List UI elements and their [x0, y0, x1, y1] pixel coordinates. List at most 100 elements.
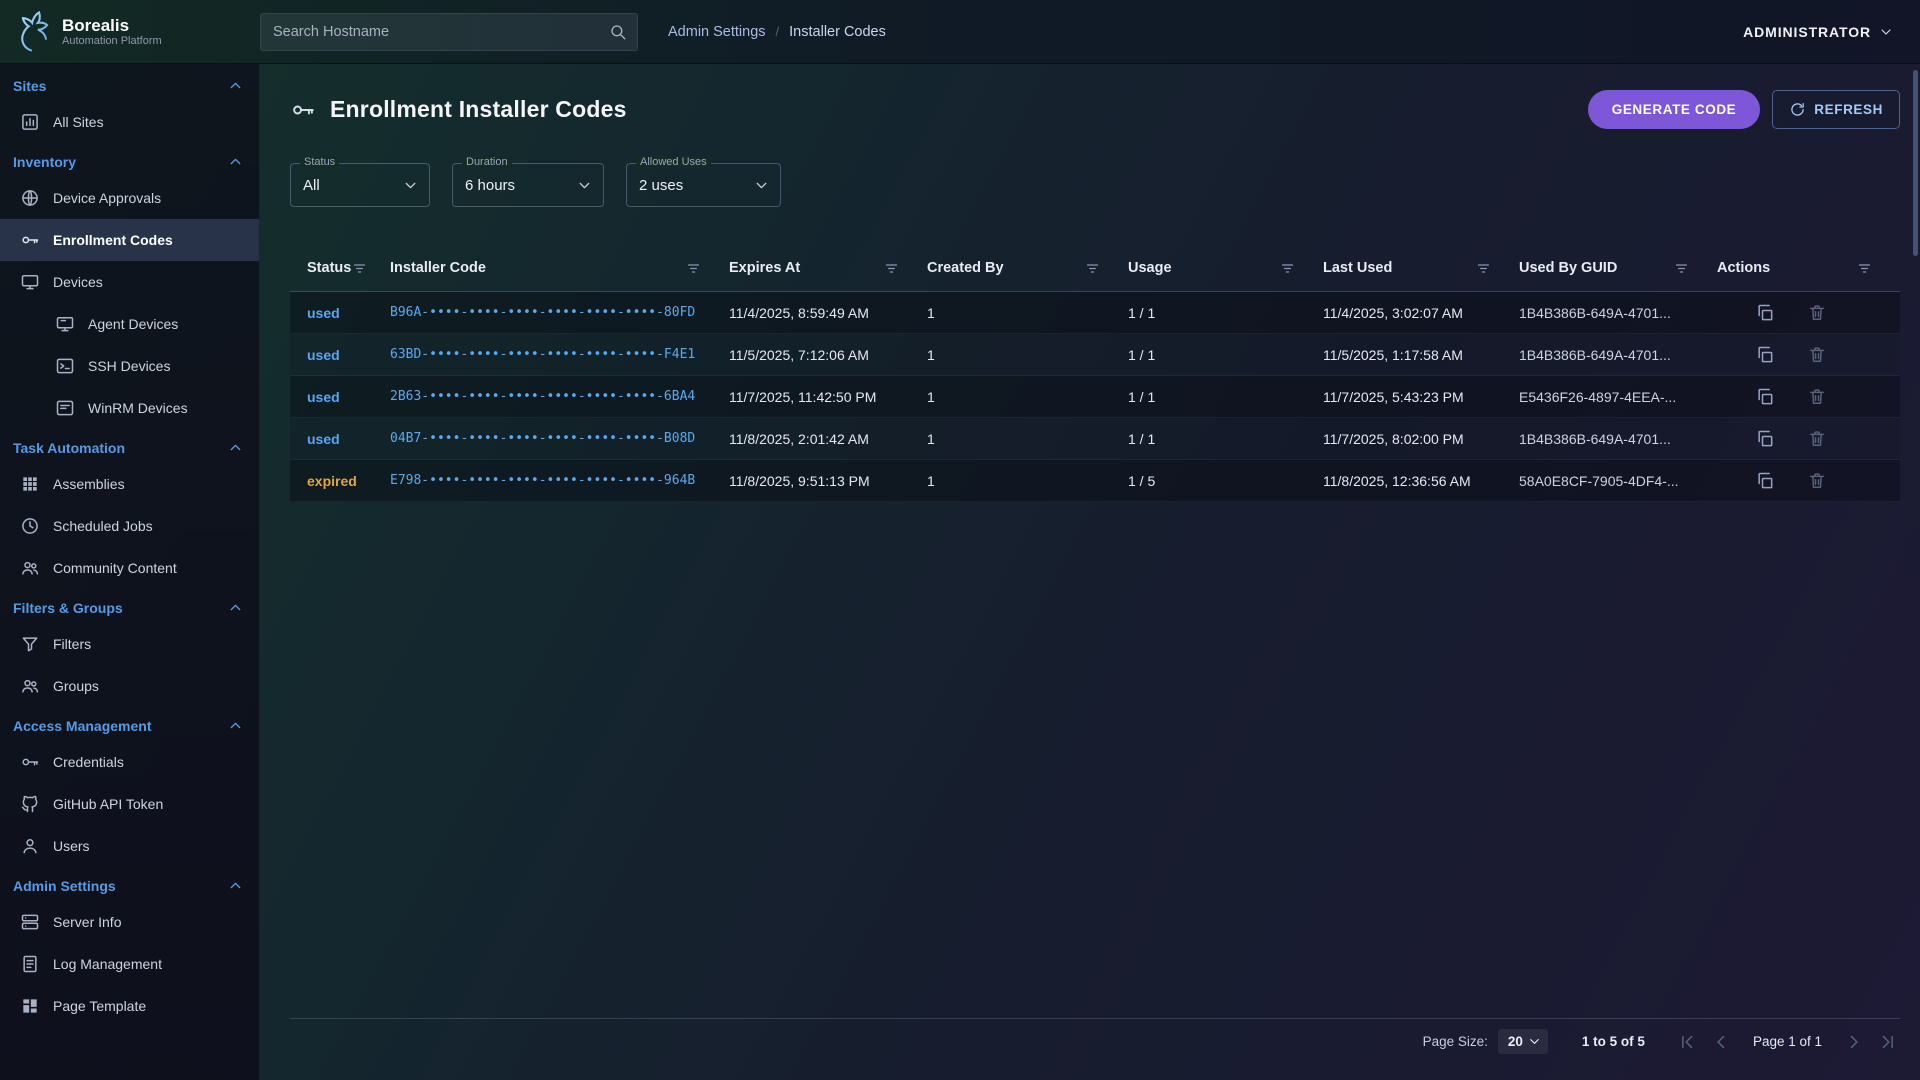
column-header-label: Last Used: [1323, 260, 1392, 276]
scrollbar-thumb[interactable]: [1913, 70, 1918, 256]
server-icon: [20, 912, 40, 932]
next-page-button[interactable]: [1842, 1030, 1866, 1054]
filter-list-icon[interactable]: [1279, 260, 1296, 277]
filter-label: Status: [300, 156, 339, 168]
filter-list-icon[interactable]: [883, 260, 900, 277]
sidebar-section-admin-settings[interactable]: Admin Settings: [0, 867, 259, 901]
sidebar-item-all-sites[interactable]: All Sites: [0, 101, 259, 143]
previous-page-icon: [1711, 1032, 1731, 1052]
first-page-icon: [1677, 1032, 1697, 1052]
chevron-up-icon: [227, 153, 244, 170]
delete-code-button[interactable]: [1807, 303, 1827, 323]
column-header-label: Status: [307, 260, 351, 276]
filter-allowed-uses[interactable]: Allowed Uses2 uses: [626, 163, 781, 207]
page-actions: GENERATE CODE REFRESH: [1588, 90, 1900, 129]
sidebar-item-log-management[interactable]: Log Management: [0, 943, 259, 985]
filter-list-icon[interactable]: [1084, 260, 1101, 277]
installer-code[interactable]: 04B7-••••-••••-••••-••••-••••-••••-B08D: [390, 431, 729, 446]
sidebar-item-devices[interactable]: Devices: [0, 261, 259, 303]
chevron-down-icon: [753, 177, 770, 194]
search-box[interactable]: [260, 13, 638, 51]
chevron-up-icon: [227, 599, 244, 616]
copy-code-button[interactable]: [1755, 387, 1775, 407]
last-used-cell: 11/7/2025, 8:02:00 PM: [1323, 431, 1519, 447]
copy-icon: [1755, 471, 1775, 491]
devices-icon: [20, 272, 40, 292]
refresh-button[interactable]: REFRESH: [1772, 90, 1900, 129]
installer-code[interactable]: E798-••••-••••-••••-••••-••••-••••-964B: [390, 473, 729, 488]
sidebar-item-credentials[interactable]: Credentials: [0, 741, 259, 783]
delete-code-button[interactable]: [1807, 471, 1827, 491]
sidebar-item-label: Page Template: [53, 998, 146, 1014]
delete-code-button[interactable]: [1807, 345, 1827, 365]
first-page-button[interactable]: [1675, 1030, 1699, 1054]
page-title: Enrollment Installer Codes: [330, 96, 627, 123]
sidebar-section-inventory[interactable]: Inventory: [0, 143, 259, 177]
sidebar-item-label: Enrollment Codes: [53, 232, 173, 248]
filter-list-icon[interactable]: [1856, 260, 1873, 277]
sidebar-section-label: Access Management: [13, 718, 152, 734]
filter-status[interactable]: StatusAll: [290, 163, 430, 207]
filter-value: All: [303, 177, 320, 194]
sidebar-item-community-content[interactable]: Community Content: [0, 547, 259, 589]
copy-code-button[interactable]: [1755, 429, 1775, 449]
sidebar-section-filters-groups[interactable]: Filters & Groups: [0, 589, 259, 623]
chevron-up-icon: [227, 439, 244, 456]
generate-code-button[interactable]: GENERATE CODE: [1588, 90, 1761, 129]
sidebar-item-winrm-devices[interactable]: WinRM Devices: [0, 387, 259, 429]
sidebar-item-filters[interactable]: Filters: [0, 623, 259, 665]
table-row: used04B7-••••-••••-••••-••••-••••-••••-B…: [290, 418, 1900, 460]
used-by-guid-cell: 1B4B386B-649A-4701...: [1519, 347, 1717, 363]
filter-value: 6 hours: [465, 177, 515, 194]
sidebar-section-task-automation[interactable]: Task Automation: [0, 429, 259, 463]
sidebar-section-sites[interactable]: Sites: [0, 67, 259, 101]
sidebar-item-device-approvals[interactable]: Device Approvals: [0, 177, 259, 219]
breadcrumb-installer-codes[interactable]: Installer Codes: [789, 24, 886, 40]
copy-code-button[interactable]: [1755, 345, 1775, 365]
filter-value: 2 uses: [639, 177, 683, 194]
copy-code-button[interactable]: [1755, 471, 1775, 491]
installer-code[interactable]: 2B63-••••-••••-••••-••••-••••-••••-6BA4: [390, 389, 729, 404]
page-size-select[interactable]: 20: [1498, 1029, 1548, 1054]
table-row: used63BD-••••-••••-••••-••••-••••-••••-F…: [290, 334, 1900, 376]
delete-code-button[interactable]: [1807, 387, 1827, 407]
previous-page-button[interactable]: [1709, 1030, 1733, 1054]
sidebar-item-label: Users: [53, 838, 90, 854]
trash-icon: [1807, 429, 1827, 449]
filter-list-icon[interactable]: [1673, 260, 1690, 277]
expires-at-cell: 11/5/2025, 7:12:06 AM: [729, 347, 927, 363]
breadcrumb: Admin Settings / Installer Codes: [668, 24, 886, 40]
sidebar-item-agent-devices[interactable]: Agent Devices: [0, 303, 259, 345]
user-menu[interactable]: ADMINISTRATOR: [1743, 24, 1894, 40]
delete-code-button[interactable]: [1807, 429, 1827, 449]
sidebar-item-assemblies[interactable]: Assemblies: [0, 463, 259, 505]
installer-code[interactable]: 63BD-••••-••••-••••-••••-••••-••••-F4E1: [390, 347, 729, 362]
actions-cell: [1717, 345, 1900, 365]
brand-tagline: Automation Platform: [62, 35, 162, 47]
breadcrumb-admin-settings[interactable]: Admin Settings: [668, 24, 766, 40]
table-header-row: StatusInstaller CodeExpires AtCreated By…: [290, 245, 1900, 292]
user-menu-label: ADMINISTRATOR: [1743, 24, 1871, 40]
trash-icon: [1807, 345, 1827, 365]
sidebar-item-users[interactable]: Users: [0, 825, 259, 867]
sidebar-item-github-api-token[interactable]: GitHub API Token: [0, 783, 259, 825]
sidebar-item-page-template[interactable]: Page Template: [0, 985, 259, 1027]
sidebar-item-server-info[interactable]: Server Info: [0, 901, 259, 943]
sidebar-item-enrollment-codes[interactable]: Enrollment Codes: [0, 219, 259, 261]
filter-list-icon[interactable]: [685, 260, 702, 277]
created-by-cell: 1: [927, 389, 1128, 405]
sidebar-item-ssh-devices[interactable]: SSH Devices: [0, 345, 259, 387]
last-page-button[interactable]: [1876, 1030, 1900, 1054]
copy-icon: [1755, 345, 1775, 365]
filter-list-icon[interactable]: [351, 260, 368, 277]
search-input[interactable]: [271, 23, 601, 41]
copy-code-button[interactable]: [1755, 303, 1775, 323]
installer-code[interactable]: B96A-••••-••••-••••-••••-••••-••••-80FD: [390, 305, 729, 320]
sidebar-item-scheduled-jobs[interactable]: Scheduled Jobs: [0, 505, 259, 547]
sidebar-section-access-management[interactable]: Access Management: [0, 707, 259, 741]
filter-duration[interactable]: Duration6 hours: [452, 163, 604, 207]
filter-list-icon[interactable]: [1475, 260, 1492, 277]
sidebar-item-groups[interactable]: Groups: [0, 665, 259, 707]
chevron-up-icon: [227, 717, 244, 734]
column-header-label: Usage: [1128, 260, 1172, 276]
